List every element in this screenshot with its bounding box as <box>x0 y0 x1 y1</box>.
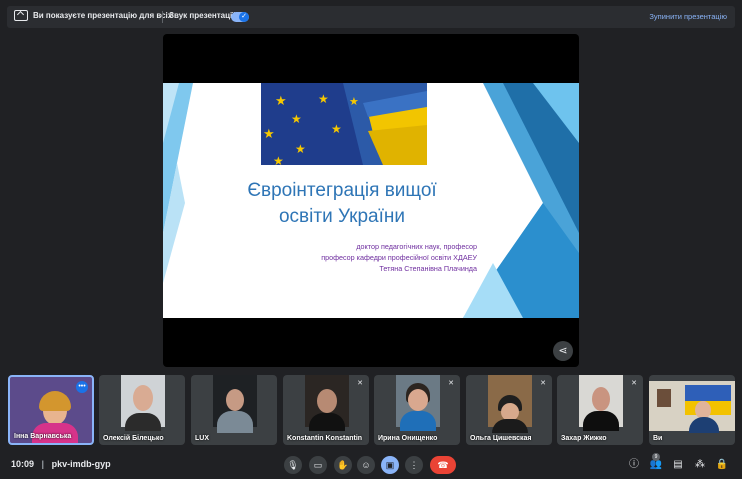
participant-name: Ви <box>653 435 663 442</box>
activities-icon: ⁂ <box>695 459 705 470</box>
slide-title-line-1: Євроінтеграція вищої <box>247 180 437 201</box>
presentation-stage: ★ ★ ★ ★ ★ ★ ★ ★ Євроінтеграція вищої осв… <box>163 34 579 367</box>
meeting-controls-bar: 10:09 | pkv-imdb-gyp 🎙 ▭ ✋ ☺ ▣ ⋮ ☎ ⓘ 👥 9… <box>0 450 742 479</box>
participant-name: Захар Жижко <box>561 435 607 442</box>
avatar <box>592 387 610 411</box>
slide-subtitle-line-1: доктор педагогічних наук, професор <box>356 242 477 251</box>
raise-hand-button[interactable]: ✋ <box>334 456 352 474</box>
chat-icon: ▤ <box>673 459 683 470</box>
mic-off-icon: ✕ <box>448 380 454 387</box>
participant-tile[interactable]: Олексій Білецько <box>99 375 185 445</box>
present-screen-icon <box>14 10 28 21</box>
participant-tile[interactable]: ••• Інна Варнавська <box>8 375 94 445</box>
participant-tile[interactable]: ✕ Ирина Онищенко <box>374 375 460 445</box>
participant-tile[interactable]: LUX <box>191 375 277 445</box>
participant-name: Олексій Білецько <box>103 435 164 442</box>
eu-ukraine-flag-image: ★ ★ ★ ★ ★ ★ ★ ★ <box>261 83 427 168</box>
camera-icon: ▭ <box>313 460 323 470</box>
slide-subtitle-line-2: професор кафедри професійної освіти ХДАЕ… <box>321 253 477 262</box>
ukraine-flag <box>685 385 731 401</box>
participant-name: Ирина Онищенко <box>378 435 438 442</box>
avatar <box>226 389 244 411</box>
participant-name: Інна Варнавська <box>14 433 72 440</box>
svg-text:★: ★ <box>263 127 275 142</box>
participant-name: LUX <box>195 435 209 442</box>
info-icon: ⓘ <box>629 459 639 470</box>
clock: 10:09 <box>11 459 35 469</box>
meeting-code: pkv-imdb-gyp <box>51 459 111 469</box>
divider <box>162 11 163 23</box>
slide: ★ ★ ★ ★ ★ ★ ★ ★ Євроінтеграція вищої осв… <box>163 83 579 318</box>
slide-subtitle-line-3: Тетяна Степанівна Плачинда <box>379 264 477 273</box>
participant-tile[interactable]: ✕ Захар Жижко <box>557 375 643 445</box>
svg-text:★: ★ <box>275 94 287 109</box>
end-call-icon: ☎ <box>437 460 449 470</box>
hand-icon: ✋ <box>337 460 349 470</box>
microphone-button[interactable]: 🎙 <box>284 456 302 474</box>
reactions-button[interactable]: ☺ <box>357 456 375 474</box>
camera-button[interactable]: ▭ <box>309 456 327 474</box>
people-button[interactable]: 👥 9 <box>648 453 664 473</box>
svg-text:★: ★ <box>295 142 306 156</box>
present-screen-icon: ▣ <box>385 460 395 470</box>
participant-tile[interactable]: ✕ Ольга Цишевская <box>466 375 552 445</box>
stop-presenting-button[interactable]: Зупинити презентацію <box>649 12 727 21</box>
avatar <box>408 389 428 411</box>
participant-name: Konstantin Konstantin <box>287 435 363 442</box>
meeting-info: 10:09 | pkv-imdb-gyp <box>11 459 111 469</box>
leave-call-button[interactable]: ☎ <box>430 456 456 474</box>
presentation-sound-toggle[interactable]: ✓ <box>231 12 249 22</box>
presentation-sound-label: Звук презентації <box>169 11 235 20</box>
activities-button[interactable]: ⁂ <box>692 457 708 473</box>
participant-name: Ольга Цишевская <box>470 435 532 442</box>
more-options-icon[interactable]: ••• <box>76 381 88 393</box>
mic-off-icon: ✕ <box>631 380 637 387</box>
svg-text:★: ★ <box>349 95 359 108</box>
more-vert-icon: ⋮ <box>409 460 419 470</box>
present-button[interactable]: ▣ <box>381 456 399 474</box>
share-icon[interactable]: ⋖ <box>553 341 573 361</box>
emoji-icon: ☺ <box>361 460 371 470</box>
avatar <box>133 385 153 411</box>
avatar <box>317 389 337 413</box>
svg-text:★: ★ <box>291 112 302 126</box>
svg-text:★: ★ <box>331 122 342 136</box>
mic-icon: 🎙 <box>287 460 299 470</box>
check-icon: ✓ <box>239 12 249 22</box>
mic-off-icon: ✕ <box>357 380 363 387</box>
svg-text:★: ★ <box>273 154 284 168</box>
lock-icon: 🔒 <box>715 459 729 470</box>
slide-title-line-2: освіти України <box>278 206 406 227</box>
meeting-details-button[interactable]: ⓘ <box>626 457 642 473</box>
presenting-status-text: Ви показуєте презентацію для всіх <box>33 11 173 20</box>
participant-tile[interactable]: ✕ Konstantin Konstantin <box>283 375 369 445</box>
more-options-button[interactable]: ⋮ <box>405 456 423 474</box>
divider: | <box>41 459 45 469</box>
people-count-badge: 9 <box>652 453 660 461</box>
svg-text:★: ★ <box>318 92 329 106</box>
presentation-banner: Ви показуєте презентацію для всіх Звук п… <box>7 6 735 28</box>
chat-button[interactable]: ▤ <box>670 457 686 473</box>
slide-title: Євроінтеграція вищої освіти України <box>223 178 461 230</box>
mic-off-icon: ✕ <box>540 380 546 387</box>
host-controls-button[interactable]: 🔒 <box>714 457 730 473</box>
participant-tile[interactable]: Ви <box>649 375 735 445</box>
